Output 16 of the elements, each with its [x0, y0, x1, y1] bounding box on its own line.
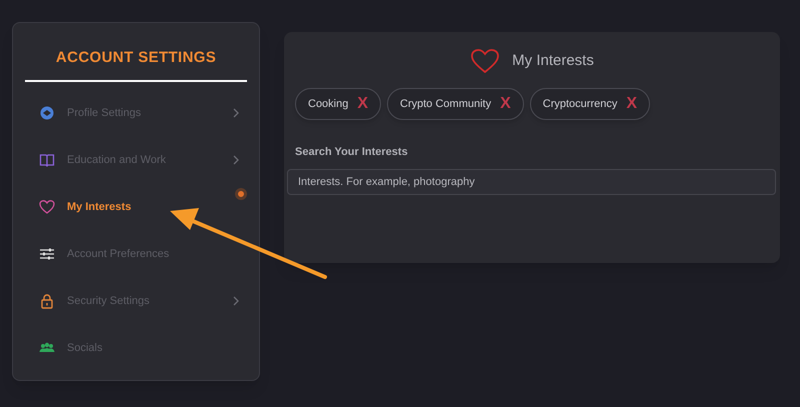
- tag-label: Cooking: [308, 96, 348, 112]
- sidebar-title: ACCOUNT SETTINGS: [54, 48, 218, 68]
- heart-icon: [470, 48, 500, 74]
- remove-button[interactable]: X: [357, 96, 368, 112]
- sliders-icon: [39, 246, 55, 262]
- remove-button[interactable]: X: [626, 96, 638, 112]
- search-label: Search Your Interests: [294, 145, 409, 160]
- panel-title: My Interests: [512, 50, 594, 71]
- book-icon: [39, 152, 55, 168]
- search-field[interactable]: Interests. For example, photography: [287, 168, 776, 194]
- lock-icon: [39, 293, 55, 309]
- tag-label: Crypto Community: [400, 96, 492, 112]
- remove-button[interactable]: X: [500, 96, 511, 112]
- tag-label: Cryptocurrency: [542, 96, 618, 112]
- heart-icon: [39, 199, 55, 215]
- sidebar-item[interactable]: My Interests: [67, 198, 132, 216]
